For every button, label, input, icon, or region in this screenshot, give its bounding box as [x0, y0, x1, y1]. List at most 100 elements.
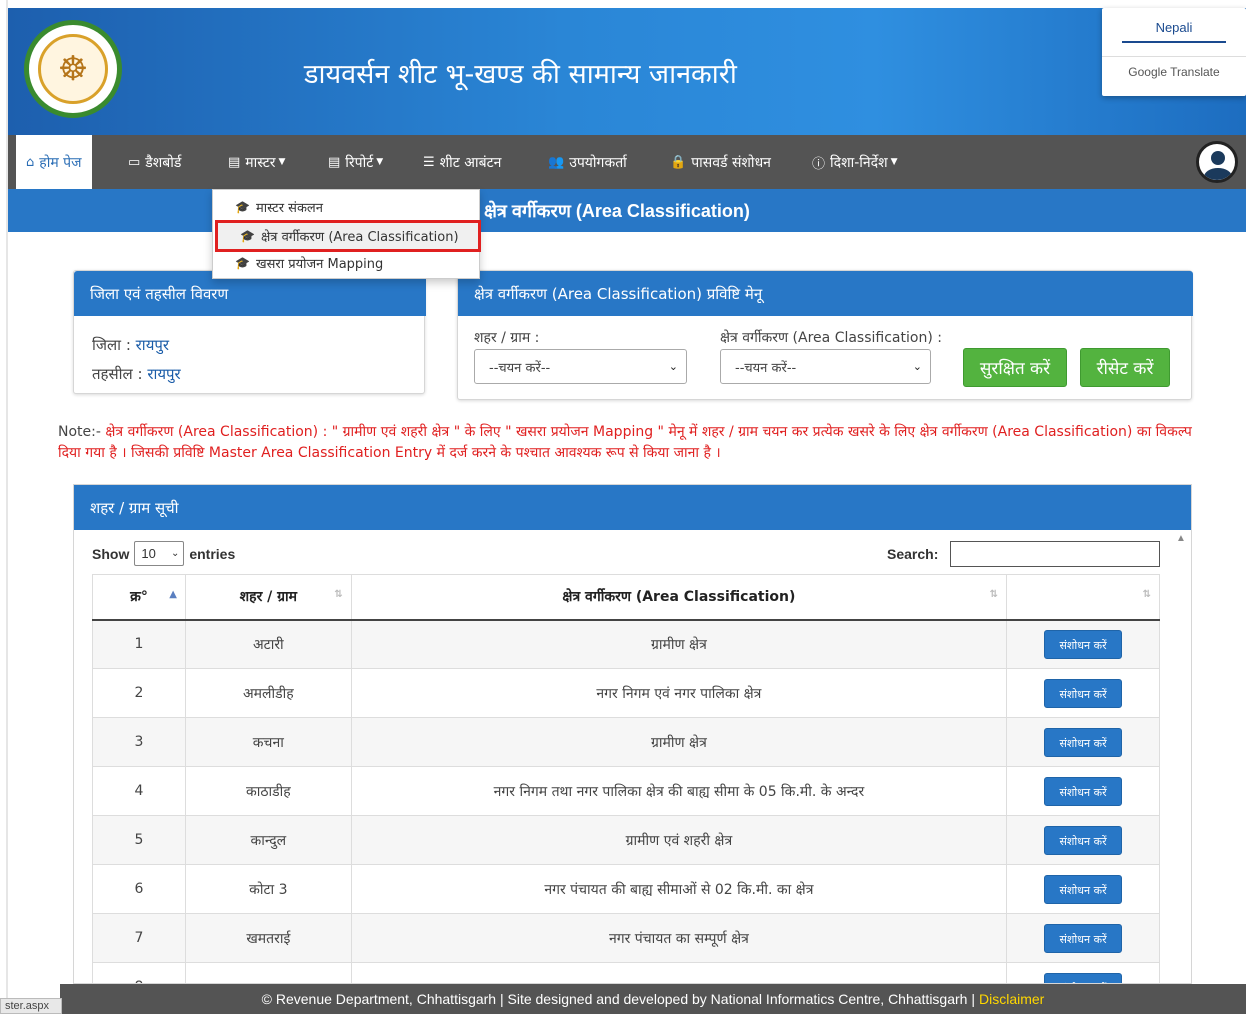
nav-report[interactable]: ▤ रिपोर्ट ▼ — [328, 135, 383, 189]
list-icon: ▤ — [328, 154, 341, 170]
nav-dashboard[interactable]: ▭ डैशबोर्ड — [128, 135, 181, 189]
tehsil-row: तहसील : रायपुर — [92, 364, 181, 384]
menu-item-label: क्षेत्र वर्गीकरण (Area Classification) — [260, 230, 459, 245]
menu-item-khasra-mapping[interactable]: 🎓 खसरा प्रयोजन Mapping — [213, 250, 481, 276]
edit-button[interactable]: संशोधन करें — [1044, 972, 1123, 983]
col-city[interactable]: शहर / ग्राम ⇅ — [184, 574, 352, 621]
nav-master-label: मास्टर — [245, 154, 276, 171]
table-row: 7 खमतराई नगर पंचायत का सम्पूर्ण क्षेत्र … — [92, 913, 1160, 963]
cell-serial: 6 — [92, 864, 186, 914]
page-title-bar: क्षेत्र वर्गीकरण (Area Classification) — [8, 189, 1246, 232]
cell-action: संशोधन करें — [1006, 717, 1160, 767]
emblem-icon: ☸ — [24, 20, 122, 118]
list-icon: ▤ — [228, 154, 241, 170]
table-row: 5 कान्दुल ग्रामीण एवं शहरी क्षेत्र संशोध… — [92, 815, 1160, 865]
cell-action: संशोधन करें — [1006, 619, 1160, 669]
menu-item-area-classification[interactable]: 🎓 क्षेत्र वर्गीकरण (Area Classification) — [215, 220, 481, 252]
user-avatar-icon[interactable] — [1196, 141, 1238, 183]
entries-select[interactable]: 10 ⌄ — [134, 541, 185, 566]
edit-button[interactable]: संशोधन करें — [1044, 825, 1123, 855]
cell-serial: 2 — [92, 668, 186, 718]
site-header: ☸ डायवर्सन शीट भू-खण्ड की सामान्य जानकार… — [8, 8, 1246, 135]
cell-city: काठाडीह — [184, 766, 352, 816]
cell-city: कचना — [184, 717, 352, 767]
avatar-body — [1204, 168, 1232, 180]
note-text: Note:- क्षेत्र वर्गीकरण (Area Classifica… — [58, 422, 1208, 464]
city-select-value: --चयन करें-- — [489, 360, 551, 376]
browser-status-bar: ster.aspx — [0, 998, 62, 1014]
edit-button[interactable]: संशोधन करें — [1044, 776, 1123, 806]
page-title: क्षेत्र वर्गीकरण (Area Classification) — [484, 201, 750, 221]
edit-button[interactable]: संशोधन करें — [1044, 874, 1123, 904]
nav-sheet-label: शीट आबंटन — [439, 154, 502, 171]
master-dropdown-menu: 🎓 मास्टर संकलन 🎓 क्षेत्र वर्गीकरण (Area … — [212, 189, 481, 279]
tehsil-value: रायपुर — [147, 365, 181, 383]
cell-classification: नगर पंचायत की बाह्य सीमाओं से 02 कि.मी. … — [350, 864, 1008, 914]
entries-value: 10 — [141, 546, 156, 561]
edit-button[interactable]: संशोधन करें — [1044, 727, 1123, 757]
nav-users[interactable]: 👥 उपयोगकर्ता — [548, 135, 627, 189]
edit-button[interactable]: संशोधन करें — [1044, 678, 1123, 708]
menu-item-label: खसरा प्रयोजन Mapping — [255, 257, 384, 272]
cell-action: संशोधन करें — [1006, 668, 1160, 718]
table-row: 6 कोटा 3 नगर पंचायत की बाह्य सीमाओं से 0… — [92, 864, 1160, 914]
reset-button[interactable]: रीसेट करें — [1080, 348, 1170, 387]
table-row: 3 कचना ग्रामीण क्षेत्र संशोधन करें — [92, 717, 1160, 767]
scroll-up-icon[interactable]: ▲ — [1176, 533, 1186, 544]
district-label: जिला : — [92, 336, 136, 354]
col-classification[interactable]: क्षेत्र वर्गीकरण (Area Classification) ⇅ — [350, 574, 1008, 621]
nav-sheet-allotment[interactable]: ☰ शीट आबंटन — [423, 135, 501, 189]
list-icon: ☰ — [423, 154, 435, 170]
col-action[interactable]: ⇅ — [1006, 574, 1160, 621]
menu-item-master-compilation[interactable]: 🎓 मास्टर संकलन — [213, 194, 481, 220]
main-navbar: ⌂ होम पेज ▭ डैशबोर्ड ▤ मास्टर ▼ ▤ रिपोर्… — [8, 135, 1246, 189]
nav-guidelines[interactable]: ⓘ दिशा-निर्देश ▼ — [812, 135, 898, 189]
save-button[interactable]: सुरक्षित करें — [963, 348, 1067, 387]
chevron-down-icon: ⌄ — [170, 548, 180, 559]
nav-guidelines-label: दिशा-निर्देश — [830, 154, 888, 171]
translate-language[interactable]: Nepali — [1122, 20, 1226, 43]
nav-master[interactable]: ▤ मास्टर ▼ — [228, 135, 285, 189]
cell-action: संशोधन करें — [1006, 864, 1160, 914]
cell-classification: ग्रामीण एवं शहरी क्षेत्र — [350, 815, 1008, 865]
edit-button[interactable]: संशोधन करें — [1044, 629, 1123, 659]
city-list-panel: शहर / ग्राम सूची Show 10 ⌄ entries Searc… — [73, 484, 1192, 984]
graduation-cap-icon: 🎓 — [235, 200, 250, 214]
edit-button[interactable]: संशोधन करें — [1044, 923, 1123, 953]
emblem-inner: ☸ — [38, 34, 108, 104]
caret-down-icon: ▼ — [278, 157, 286, 167]
translate-label: Google Translate — [1102, 56, 1246, 79]
disclaimer-link[interactable]: Disclaimer — [979, 991, 1044, 1007]
city-list-title: शहर / ग्राम सूची — [74, 485, 1191, 530]
cell-classification: नगर पंचायत का सम्पूर्ण क्षेत्र — [350, 913, 1008, 963]
caret-down-icon: ▼ — [890, 157, 898, 167]
sort-icon: ⇅ — [989, 589, 999, 600]
col-city-label: शहर / ग्राम — [239, 589, 298, 606]
tehsil-label: तहसील : — [92, 365, 148, 383]
site-footer: © Revenue Department, Chhattisgarh | Sit… — [60, 984, 1246, 1014]
cell-city: अमलीडीह — [184, 668, 352, 718]
classification-select[interactable]: --चयन करें-- ⌄ — [720, 349, 931, 384]
desktop-icon: ▭ — [128, 154, 141, 170]
cell-serial: 3 — [92, 717, 186, 767]
site-title: डायवर्सन शीट भू-खण्ड की सामान्य जानकारी — [304, 59, 737, 90]
lock-icon: 🔒 — [670, 154, 687, 170]
cell-city: कोटा 3 — [184, 864, 352, 914]
cell-serial: 7 — [92, 913, 186, 963]
avatar-head — [1211, 151, 1225, 165]
col-classification-label: क्षेत्र वर्गीकरण (Area Classification) — [562, 589, 796, 606]
note-body: क्षेत्र वर्गीकरण (Area Classification) :… — [58, 424, 1192, 461]
search-input[interactable] — [950, 541, 1160, 567]
nav-home[interactable]: ⌂ होम पेज — [16, 135, 92, 189]
cell-serial: 8 — [92, 962, 186, 983]
city-select[interactable]: --चयन करें-- ⌄ — [474, 349, 687, 384]
nav-dashboard-label: डैशबोर्ड — [145, 154, 182, 171]
col-serial[interactable]: क्र° ▲ — [92, 574, 186, 621]
nav-home-label: होम पेज — [39, 154, 82, 171]
menu-item-label: मास्टर संकलन — [255, 201, 323, 216]
nav-password[interactable]: 🔒 पासवर्ड संशोधन — [670, 135, 771, 189]
cell-action: संशोधन करें — [1006, 962, 1160, 983]
col-serial-label: क्र° — [130, 589, 148, 606]
google-translate-widget[interactable]: Nepali Google Translate — [1102, 8, 1246, 96]
cell-serial: 5 — [92, 815, 186, 865]
